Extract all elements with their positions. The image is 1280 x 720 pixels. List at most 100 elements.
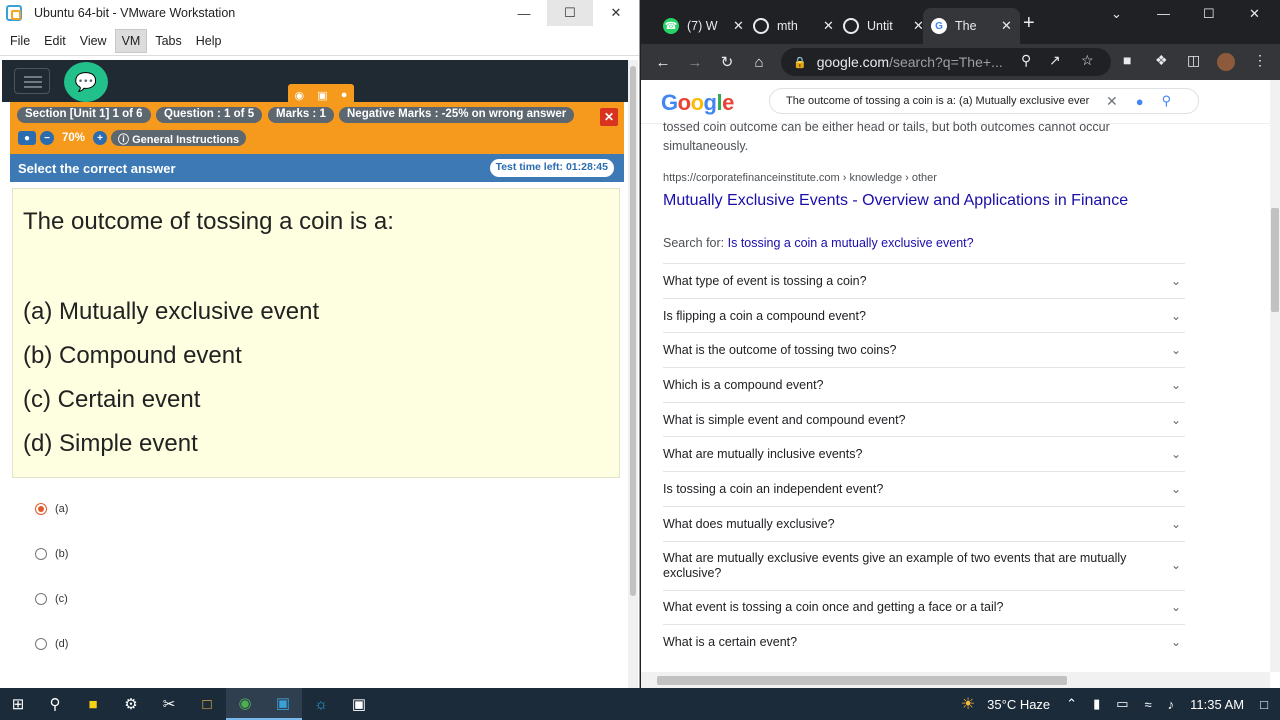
menu-help[interactable]: Help: [190, 30, 228, 52]
battery-icon[interactable]: ▭: [1116, 696, 1128, 712]
paa-item[interactable]: Is flipping a coin a compound event? ⌄: [663, 297, 1185, 333]
zoom-icon[interactable]: ⚲: [1021, 52, 1031, 69]
vmware-icon[interactable]: ▣: [264, 688, 302, 720]
more-menu-icon[interactable]: ⋮: [1253, 52, 1267, 69]
extension-icon[interactable]: ■: [1123, 52, 1131, 68]
close-window-button[interactable]: ✕: [1249, 6, 1260, 22]
microphone-icon[interactable]: ●: [1136, 94, 1144, 109]
paa-item[interactable]: What is the outcome of tossing two coins…: [663, 332, 1185, 367]
paa-question: What is simple event and compound event?: [663, 412, 906, 427]
answer-radio-b[interactable]: (b): [35, 546, 68, 562]
minimize-button[interactable]: —: [1157, 6, 1170, 21]
zoom-in-button[interactable]: +: [93, 131, 108, 145]
windows-start-icon[interactable]: ⊞: [0, 688, 36, 720]
result-title-link[interactable]: Mutually Exclusive Events - Overview and…: [663, 192, 1128, 210]
result-cite[interactable]: https://corporatefinanceinstitute.com › …: [663, 172, 937, 184]
search-icon[interactable]: ⚲: [1162, 93, 1172, 109]
wifi-icon[interactable]: ≈: [1145, 697, 1152, 712]
close-window-button[interactable]: ✕: [593, 0, 639, 26]
volume-icon[interactable]: ♪: [1168, 697, 1175, 712]
menu-tabs[interactable]: Tabs: [149, 30, 187, 52]
address-bar[interactable]: 🔒 google.com/search?q=The+...: [781, 48, 1111, 76]
google-logo[interactable]: Google: [661, 90, 734, 116]
new-tab-button[interactable]: +: [1023, 12, 1035, 35]
share-icon[interactable]: ↗: [1049, 52, 1061, 69]
vmware-window: Ubuntu 64-bit - VMware Workstation — ☐ ✕…: [0, 0, 640, 688]
radio-icon[interactable]: [35, 638, 47, 650]
tab-whatsapp[interactable]: ☎ (7) W ✕: [655, 8, 752, 44]
edge-icon[interactable]: ☼: [302, 688, 340, 720]
paa-item[interactable]: What is a certain event? ⌄: [663, 624, 1185, 659]
radio-icon[interactable]: [35, 548, 47, 560]
profile-avatar[interactable]: [1217, 53, 1235, 71]
paa-item[interactable]: Which is a compound event? ⌄: [663, 367, 1185, 402]
general-instructions-button[interactable]: ⓘ General Instructions: [111, 130, 247, 146]
menu-view[interactable]: View: [74, 30, 113, 52]
guest-scrollbar[interactable]: [628, 60, 638, 688]
weather-text[interactable]: 35°C Haze: [987, 697, 1050, 712]
chrome-icon[interactable]: ◉: [226, 688, 264, 720]
close-tab-icon[interactable]: ✕: [1001, 18, 1012, 34]
radio-icon[interactable]: [35, 593, 47, 605]
chevron-down-icon: ⌄: [1170, 377, 1181, 392]
snipping-tool-icon[interactable]: ✂: [150, 688, 188, 720]
chevron-down-icon: ⌄: [1170, 273, 1181, 288]
paa-item[interactable]: Is tossing a coin an independent event? ⌄: [663, 471, 1185, 506]
maximize-button[interactable]: ☐: [1203, 6, 1215, 22]
menu-edit[interactable]: Edit: [38, 30, 72, 52]
answer-radio-d[interactable]: (d): [35, 636, 68, 652]
chevron-down-icon: ⌄: [1170, 635, 1181, 650]
paa-item[interactable]: What does mutually exclusive? ⌄: [663, 505, 1185, 541]
tab-untitled[interactable]: Untit ✕: [835, 8, 932, 44]
close-tab-icon[interactable]: ✕: [733, 18, 744, 34]
paa-item[interactable]: What type of event is tossing a coin? ⌄: [663, 263, 1185, 298]
tab-search-icon[interactable]: ⌄: [1111, 6, 1122, 22]
paa-item[interactable]: What event is tossing a coin once and ge…: [663, 589, 1185, 625]
answer-radio-c[interactable]: (c): [35, 591, 68, 607]
camera-icon[interactable]: ▣: [317, 89, 327, 102]
chat-icon[interactable]: 💬: [64, 62, 108, 102]
microphone-icon[interactable]: ●: [341, 89, 348, 101]
firefox-icon[interactable]: ◉: [295, 89, 305, 102]
radio-selected-icon[interactable]: [35, 503, 47, 515]
side-panel-icon[interactable]: ◫: [1187, 52, 1200, 69]
google-search-box[interactable]: The outcome of tossing a coin is a: (a) …: [769, 88, 1199, 114]
paa-item[interactable]: What is simple event and compound event?…: [663, 401, 1185, 437]
file-explorer-icon[interactable]: □: [188, 688, 226, 720]
page-horizontal-scrollbar[interactable]: [641, 672, 1270, 688]
tab-mth[interactable]: mth ✕: [745, 8, 842, 44]
paa-item[interactable]: What are mutually exclusive events give …: [663, 540, 1185, 590]
paa-item[interactable]: What are mutually inclusive events? ⌄: [663, 436, 1185, 471]
home-icon[interactable]: ⌂: [743, 54, 775, 71]
search-query[interactable]: The outcome of tossing a coin is a: (a) …: [786, 95, 1096, 107]
clear-search-icon[interactable]: ✕: [1106, 93, 1118, 110]
close-icon[interactable]: ✕: [600, 108, 618, 126]
search-icon[interactable]: ⚲: [36, 688, 74, 720]
answer-radio-a[interactable]: (a): [35, 501, 68, 517]
app-icon[interactable]: ⚙: [112, 688, 150, 720]
notification-icon[interactable]: □: [1260, 697, 1268, 712]
url-domain: google.com: [816, 54, 890, 70]
search-for-link[interactable]: Is tossing a coin a mutually exclusive e…: [728, 236, 974, 250]
clock-time[interactable]: 11:35 AM: [1190, 697, 1244, 712]
usb-icon[interactable]: ▮: [1093, 696, 1100, 712]
menu-vm[interactable]: VM: [114, 28, 148, 53]
reload-icon[interactable]: ↻: [711, 53, 743, 71]
minimize-button[interactable]: —: [501, 0, 547, 26]
answer-label: (b): [55, 548, 69, 560]
tab-google[interactable]: G The ✕: [923, 8, 1020, 44]
hamburger-menu-icon[interactable]: [14, 68, 50, 94]
menu-file[interactable]: File: [4, 30, 36, 52]
chevron-up-icon[interactable]: ⌃: [1066, 696, 1077, 712]
camera-icon[interactable]: ▣: [340, 688, 378, 720]
sticky-notes-icon[interactable]: ■: [74, 688, 112, 720]
close-tab-icon[interactable]: ✕: [823, 18, 834, 34]
forward-icon[interactable]: →: [679, 54, 711, 71]
back-icon[interactable]: ←: [647, 54, 679, 71]
maximize-button[interactable]: ☐: [547, 0, 593, 26]
puzzle-icon[interactable]: ❖: [1155, 52, 1168, 69]
bookmark-star-icon[interactable]: ☆: [1081, 52, 1094, 69]
zoom-out-button[interactable]: −: [40, 131, 54, 145]
page-vertical-scrollbar[interactable]: [1270, 80, 1280, 672]
comment-icon[interactable]: ●: [18, 131, 36, 145]
